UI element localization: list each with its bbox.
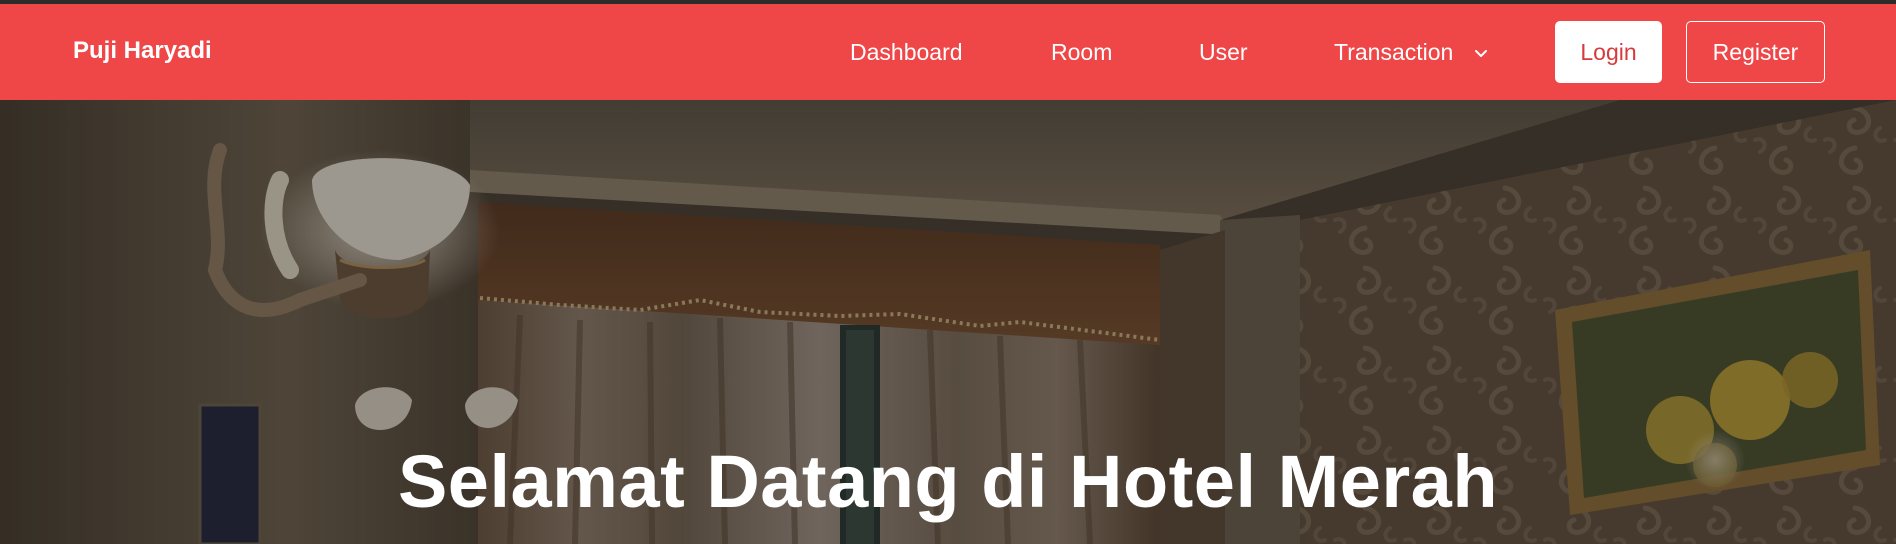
chevron-down-icon[interactable] (1475, 50, 1487, 58)
hero-title: Selamat Datang di Hotel Merah (397, 440, 1499, 523)
nav-link-room[interactable]: Room (1051, 37, 1112, 67)
hero-banner: Selamat Datang di Hotel Merah (0, 100, 1896, 544)
nav-dropdown-transaction[interactable]: Transaction (1334, 37, 1453, 67)
navbar: Puji Haryadi Dashboard Room User Transac… (0, 4, 1896, 100)
brand-logo[interactable]: Puji Haryadi (73, 36, 212, 66)
nav-link-user[interactable]: User (1199, 37, 1248, 67)
register-button[interactable]: Register (1686, 21, 1825, 83)
nav-link-dashboard[interactable]: Dashboard (850, 37, 963, 67)
login-button[interactable]: Login (1555, 21, 1662, 83)
